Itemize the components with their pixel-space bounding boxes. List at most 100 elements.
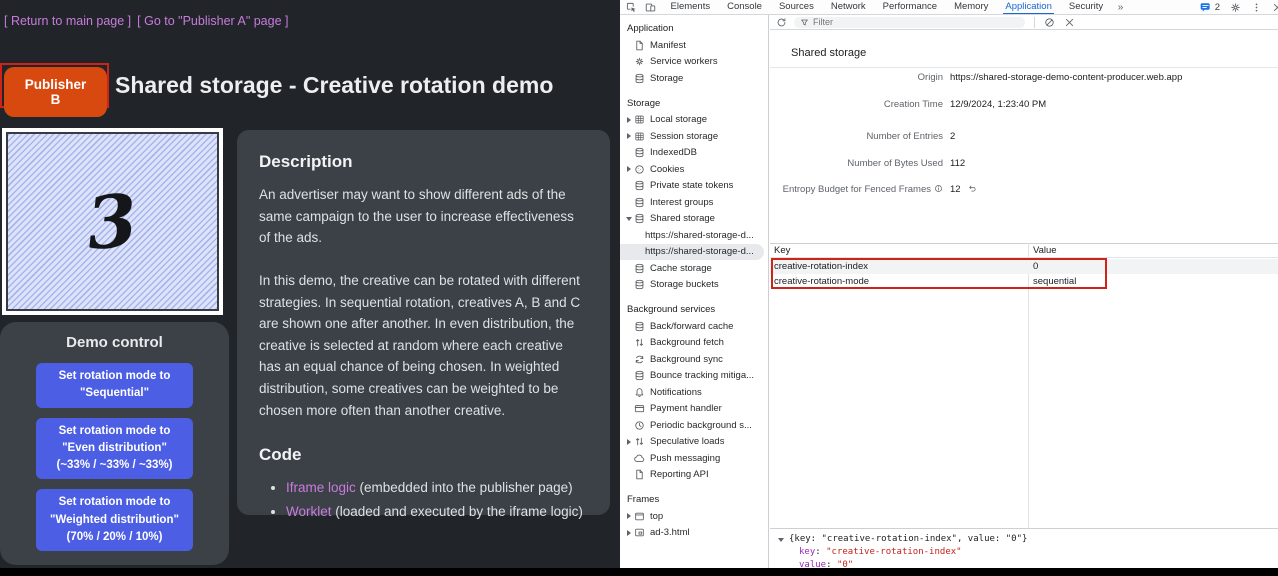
rotation-mode-button-2[interactable]: Set rotation mode to"Even distribution"(…	[36, 418, 193, 480]
chevron-down-icon[interactable]	[626, 217, 632, 221]
bell-icon	[634, 387, 645, 398]
sidebar-item-https-shared-storage-d[interactable]: https://shared-storage-d...	[620, 227, 768, 244]
gear-icon[interactable]	[1229, 1, 1241, 13]
shared-storage-title: Shared storage	[791, 47, 866, 59]
sidebar-item-payment-handler[interactable]: Payment handler	[620, 401, 768, 418]
property-colon: :	[815, 547, 826, 557]
document-icon	[634, 40, 645, 51]
sidebar-item-push-messaging[interactable]: Push messaging	[620, 450, 768, 467]
sidebar-item-top[interactable]: top	[620, 508, 768, 525]
page-title: Shared storage - Creative rotation demo	[115, 72, 553, 99]
nav-link-return-to-main-page[interactable]: [ Return to main page ]	[4, 14, 131, 28]
sidebar-item-label: Speculative loads	[650, 436, 724, 447]
sidebar-item-indexeddb[interactable]: IndexedDB	[620, 145, 768, 162]
sidebar-item-private-state-tokens[interactable]: Private state tokens	[620, 178, 768, 195]
chevron-right-icon[interactable]	[627, 117, 631, 123]
chevron-right-icon[interactable]	[627, 166, 631, 172]
sidebar-item-background-fetch[interactable]: Background fetch	[620, 335, 768, 352]
creative-number: 3	[84, 183, 140, 259]
button-line: Set rotation mode to	[38, 368, 191, 385]
delete-icon[interactable]	[1063, 16, 1075, 28]
cell-key: creative-rotation-mode	[770, 276, 1028, 287]
filter-input[interactable]	[813, 17, 1019, 27]
tab-sources[interactable]: Sources	[770, 0, 822, 15]
info-icon[interactable]	[934, 184, 943, 193]
cell-key: creative-rotation-index	[770, 261, 1028, 272]
frame-icon	[634, 511, 645, 522]
expand-arrow-slot	[625, 217, 633, 221]
more-tabs-icon[interactable]: »	[1112, 2, 1130, 13]
code-link-iframe-logic[interactable]: Iframe logic	[286, 480, 356, 495]
sidebar-item-service-workers[interactable]: Service workers	[620, 54, 768, 71]
description-title: Description	[259, 148, 588, 175]
clock-icon	[634, 420, 645, 431]
inspect-icon[interactable]	[625, 1, 637, 13]
sidebar-item-manifest[interactable]: Manifest	[620, 37, 768, 54]
sidebar-item-https-shared-storage-d[interactable]: https://shared-storage-d...	[620, 244, 764, 261]
refresh-icon[interactable]	[775, 16, 787, 28]
preview-property-key: key: "creative-rotation-index"	[799, 546, 1278, 559]
sidebar-item-label: Cache storage	[650, 263, 712, 274]
issues-count: 2	[1215, 2, 1220, 13]
tab-elements[interactable]: Elements	[662, 0, 719, 15]
sidebar-item-ad-3-html[interactable]: ad-3.html	[620, 525, 768, 542]
tab-network[interactable]: Network	[822, 0, 874, 15]
sidebar-item-label: Notifications	[650, 387, 702, 398]
sidebar-item-label: Reporting API	[650, 469, 709, 480]
button-line: "Even distribution"	[38, 440, 191, 457]
nav-link-go-to-publisher-a-page[interactable]: [ Go to "Publisher A" page ]	[137, 14, 288, 28]
sidebar-item-periodic-background-s[interactable]: Periodic background s...	[620, 417, 768, 434]
kebab-menu-icon[interactable]	[1250, 1, 1262, 13]
sidebar-item-notifications[interactable]: Notifications	[620, 384, 768, 401]
tab-console[interactable]: Console	[719, 0, 771, 15]
column-header-key[interactable]: Key	[770, 245, 1028, 256]
expand-arrow-slot	[625, 439, 633, 445]
sidebar-section-background-services: Background services	[620, 301, 768, 318]
button-line: (~33% / ~33% / ~33%)	[38, 457, 191, 474]
filter-pill[interactable]	[794, 17, 1025, 28]
table-row-creative-rotation-index[interactable]: creative-rotation-index0	[770, 259, 1278, 274]
sidebar-item-session-storage[interactable]: Session storage	[620, 128, 768, 145]
table-row-creative-rotation-mode[interactable]: creative-rotation-modesequential	[770, 274, 1278, 289]
device-toolbar-icon[interactable]	[644, 1, 656, 13]
field-value: 12/9/2024, 1:23:40 PM	[950, 99, 1046, 110]
chevron-right-icon[interactable]	[627, 439, 631, 445]
tab-memory[interactable]: Memory	[946, 0, 997, 15]
database-icon	[634, 279, 645, 290]
sidebar-item-back-forward-cache[interactable]: Back/forward cache	[620, 318, 768, 335]
chevron-right-icon[interactable]	[627, 530, 631, 536]
sidebar-item-bounce-tracking-mitiga[interactable]: Bounce tracking mitiga...	[620, 368, 768, 385]
close-icon[interactable]	[1271, 1, 1278, 13]
code-list-item: Iframe logic (embedded into the publishe…	[286, 477, 588, 499]
reset-budget-icon[interactable]	[968, 184, 977, 193]
sidebar-item-speculative-loads[interactable]: Speculative loads	[620, 434, 768, 451]
cell-value: 0	[1028, 261, 1038, 272]
sidebar-item-label: Session storage	[650, 131, 718, 142]
rotation-mode-button-1[interactable]: Set rotation mode to"Sequential"	[36, 363, 193, 408]
demo-control-title: Demo control	[0, 334, 229, 351]
clear-entries-icon[interactable]	[1043, 16, 1055, 28]
tab-security[interactable]: Security	[1060, 0, 1111, 15]
database-icon	[634, 180, 645, 191]
sidebar-item-cache-storage[interactable]: Cache storage	[620, 260, 768, 277]
expander-arrow-icon[interactable]	[778, 538, 784, 542]
sidebar-item-interest-groups[interactable]: Interest groups	[620, 194, 768, 211]
sidebar-item-storage-buckets[interactable]: Storage buckets	[620, 277, 768, 294]
rotation-mode-button-3[interactable]: Set rotation mode to"Weighted distributi…	[36, 489, 193, 551]
sidebar-item-storage[interactable]: Storage	[620, 70, 768, 87]
tab-performance[interactable]: Performance	[874, 0, 945, 15]
chevron-right-icon[interactable]	[627, 513, 631, 519]
issues-icon[interactable]	[1200, 1, 1212, 13]
application-sidebar: ApplicationManifestService workersStorag…	[620, 15, 769, 568]
sidebar-item-background-sync[interactable]: Background sync	[620, 351, 768, 368]
column-header-value[interactable]: Value	[1028, 245, 1057, 256]
chevron-right-icon[interactable]	[627, 133, 631, 139]
tab-application[interactable]: Application	[997, 0, 1060, 15]
sidebar-item-cookies[interactable]: Cookies	[620, 161, 768, 178]
sidebar-item-shared-storage[interactable]: Shared storage	[620, 211, 768, 228]
code-link-worklet[interactable]: Worklet	[286, 504, 332, 519]
sidebar-item-local-storage[interactable]: Local storage	[620, 112, 768, 129]
publisher-badge[interactable]: Publisher B	[4, 67, 107, 117]
database-icon	[634, 73, 645, 84]
sidebar-item-reporting-api[interactable]: Reporting API	[620, 467, 768, 484]
